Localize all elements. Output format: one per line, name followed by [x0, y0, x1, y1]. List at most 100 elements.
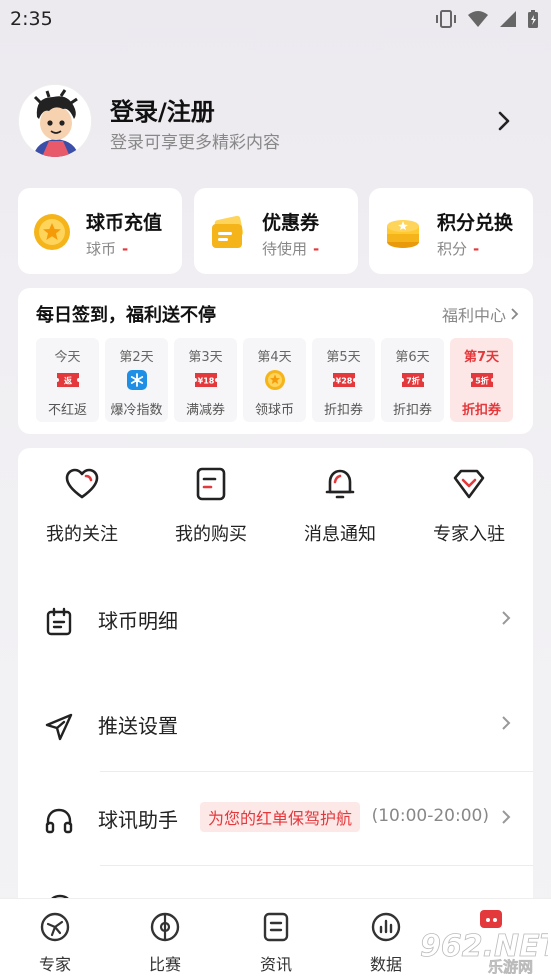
diamond-icon — [453, 469, 485, 499]
card-title: 优惠券 — [262, 212, 320, 234]
ticket-text: 返 — [64, 376, 72, 386]
signin-day-reward: 爆冷指数 — [110, 403, 163, 418]
bell-icon — [325, 469, 355, 499]
headset-icon — [45, 808, 73, 834]
signin-day-reward: 满减券 — [185, 403, 225, 418]
points-stack-icon — [387, 220, 419, 248]
signin-day-label: 第7天 — [463, 350, 500, 365]
heart-icon — [65, 468, 99, 499]
ticket-text: ¥28 — [336, 377, 353, 386]
tab-label: 专家 — [38, 955, 71, 974]
wifi-icon — [468, 11, 488, 27]
status-bar: 2:35 — [0, 0, 551, 38]
menu-assistant[interactable]: 球讯助手 为您的红单保驾护航 (10:00-20:00) — [18, 784, 533, 854]
signin-day[interactable]: 第6天 7折折扣券 — [381, 338, 444, 422]
tab-news[interactable]: 资讯 — [236, 909, 316, 975]
avatar[interactable] — [18, 84, 92, 158]
chevron-right-icon — [502, 716, 511, 730]
tab-expert[interactable]: 专家 — [15, 909, 95, 975]
signin-day-label: 第6天 — [395, 350, 430, 365]
ticket-icon: 返 — [57, 373, 79, 387]
ticket-icon: ¥28 — [333, 373, 355, 387]
menu-label: 球讯助手 — [98, 808, 178, 832]
chevron-right-icon — [502, 611, 511, 625]
signal-icon — [500, 11, 516, 27]
signin-day[interactable]: 今天返不红返 — [36, 338, 99, 422]
signin-day-reward: 折扣券 — [461, 403, 501, 418]
card-value: - — [122, 240, 129, 258]
cartoon-avatar-icon — [19, 85, 91, 157]
quick-notifications[interactable]: 消息通知 — [276, 466, 404, 556]
card-sub-label: 球币 — [86, 240, 117, 258]
quick-my-follow[interactable]: 我的关注 — [18, 466, 146, 556]
signin-day-reward: 不红返 — [47, 403, 87, 418]
login-register-title[interactable]: 登录/注册 — [110, 92, 215, 127]
chevron-right-icon[interactable] — [497, 110, 511, 132]
menu-push-settings[interactable]: 推送设置 — [18, 690, 533, 760]
coin-star-icon — [34, 214, 70, 250]
snowflake-icon — [127, 370, 147, 390]
divider — [100, 771, 533, 772]
tab-data[interactable]: 数据 — [346, 909, 426, 975]
signin-day-reward: 折扣券 — [323, 403, 363, 418]
card-subtitle: 待使用 - — [262, 238, 319, 259]
card-coin-recharge[interactable]: 球币充值 球币 - — [18, 188, 182, 274]
signin-day-reward: 折扣券 — [392, 403, 432, 418]
quick-label: 我的购买 — [175, 524, 247, 545]
menu-coin-details[interactable]: 球币明细 — [18, 585, 533, 655]
card-points-exchange[interactable]: 积分兑换 积分 - — [369, 188, 533, 274]
expert-icon — [40, 912, 70, 942]
status-time: 2:35 — [10, 8, 53, 30]
tab-match[interactable]: 比赛 — [125, 909, 205, 975]
quick-my-purchases[interactable]: 我的购买 — [147, 466, 275, 556]
login-subtitle: 登录可享更多精彩内容 — [110, 133, 280, 153]
divider — [100, 865, 533, 866]
match-icon — [150, 912, 180, 942]
card-value: - — [313, 240, 320, 258]
signin-day-label: 第3天 — [188, 350, 223, 365]
coin-star-icon — [265, 370, 285, 390]
news-icon — [263, 912, 289, 942]
quick-expert-join[interactable]: 专家入驻 — [405, 466, 533, 556]
ticket-text: ¥18 — [198, 377, 215, 386]
welfare-center-link[interactable]: 福利中心 — [442, 302, 519, 326]
signin-day-label: 第5天 — [326, 350, 361, 365]
tab-label: 比赛 — [148, 955, 181, 974]
profile-header[interactable]: 登录/注册 登录可享更多精彩内容 — [18, 84, 533, 160]
daily-signin-panel: 每日签到，福利送不停 福利中心 今天返不红返 第2天 爆冷指数 第3天 ¥18 满减券 第4… — [18, 288, 533, 434]
signin-day[interactable]: 第3天 ¥18 满减券 — [174, 338, 237, 422]
watermark-logo: 962.NET 乐游网 — [420, 910, 548, 974]
tab-label: 数据 — [369, 955, 402, 974]
welfare-center-label[interactable]: 福利中心 — [442, 302, 506, 326]
status-icons — [435, 9, 539, 29]
watermark-sub: 乐游网 — [488, 958, 533, 974]
card-subtitle: 球币 - — [86, 238, 128, 259]
tab-label: 资讯 — [259, 955, 292, 974]
card-title: 球币充值 — [86, 212, 163, 234]
main-panel: 我的关注 我的购买 消息通知 专家入驻 球币明细 推送设置 球讯助手 为您的红单… — [18, 448, 533, 908]
vibrate-icon — [436, 10, 456, 28]
quick-label: 我的关注 — [46, 524, 118, 545]
signin-day-label: 第2天 — [119, 350, 154, 365]
signin-title: 每日签到，福利送不停 — [36, 305, 216, 326]
chevron-right-icon — [511, 308, 519, 320]
ticket-text: 5折 — [475, 376, 489, 386]
ticket-text: 7折 — [406, 376, 420, 386]
chevron-right-icon — [502, 810, 511, 824]
signin-day-label: 第4天 — [257, 350, 292, 365]
data-icon — [371, 912, 401, 942]
signin-day[interactable]: 第7天 5折折扣券 — [450, 338, 513, 422]
card-value: - — [473, 240, 480, 258]
signin-day[interactable]: 第2天爆冷指数 — [105, 338, 168, 422]
assistant-tag: 为您的红单保驾护航 — [200, 802, 361, 832]
calendar-icon — [46, 607, 72, 636]
card-title: 积分兑换 — [437, 212, 514, 234]
ticket-icon: 5折 — [471, 373, 493, 387]
coupon-icon — [212, 215, 244, 248]
card-coupons[interactable]: 优惠券 待使用 - — [194, 188, 358, 274]
quick-label: 消息通知 — [304, 524, 376, 545]
signin-day[interactable]: 第4天 领球币 — [243, 338, 306, 422]
card-subtitle: 积分 - — [437, 238, 479, 259]
signin-day[interactable]: 第5天 ¥28 折扣券 — [312, 338, 375, 422]
assistant-hours: (10:00-20:00) — [371, 806, 489, 826]
